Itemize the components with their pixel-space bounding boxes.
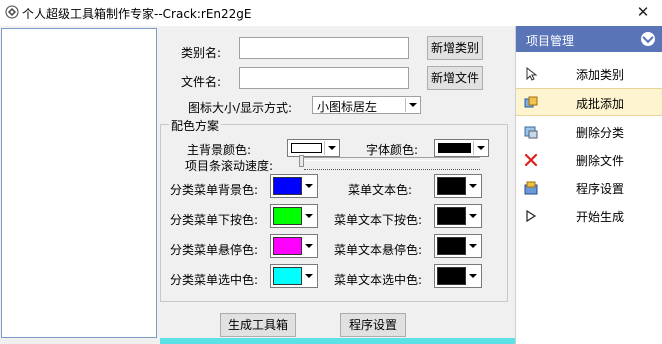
icon-size-select[interactable]: 小图标居左 [312, 96, 421, 114]
program-settings-button[interactable]: 程序设置 [340, 313, 406, 337]
menu-text-pressed-label: 菜单文本下按色: [334, 213, 423, 227]
menu-text-hover-label: 菜单文本悬停色: [334, 243, 423, 257]
main-bg-color-select[interactable] [287, 139, 340, 157]
font-color-select[interactable] [434, 139, 489, 157]
project-panel: 项目管理 添加类别 成批添加 删除分类 删除文件 程序设置 开始生成 [515, 26, 662, 344]
delete-category-icon [524, 126, 538, 139]
chevron-down-icon [303, 267, 315, 285]
panel-item-batch-add[interactable]: 成批添加 [516, 88, 662, 116]
panel-title: 项目管理 [526, 34, 575, 48]
panel-item-delete-category[interactable]: 删除分类 [516, 118, 662, 146]
close-icon: ✕ [636, 3, 650, 21]
status-strip [160, 338, 515, 344]
settings-icon [524, 181, 538, 195]
chevron-down-icon [467, 207, 479, 225]
window-title: 个人超级工具箱制作专家--Crack:rEn22gE [22, 7, 252, 21]
font-color-swatch [438, 143, 471, 153]
chevron-down-icon [303, 207, 315, 225]
chevron-down-icon [467, 237, 479, 255]
panel-item-delete-file[interactable]: 删除文件 [516, 146, 662, 174]
icon-size-value: 小图标居左 [317, 100, 378, 114]
menu-hover-swatch [273, 237, 302, 255]
menu-selected-swatch [273, 267, 302, 285]
chevron-down-icon [303, 237, 315, 255]
main-bg-label: 主背景颜色: [187, 143, 252, 157]
menu-text-selected-swatch [437, 267, 466, 285]
menu-selected-color-select[interactable] [270, 264, 318, 288]
panel-item-label: 删除分类 [576, 126, 625, 140]
panel-item-start-generate[interactable]: 开始生成 [516, 202, 662, 230]
menu-text-pressed-color-select[interactable] [434, 204, 482, 228]
chevron-down-icon [303, 177, 315, 195]
menu-pressed-color-select[interactable] [270, 204, 318, 228]
menu-bg-label: 分类菜单背景色: [170, 183, 259, 197]
collapse-icon[interactable] [641, 32, 655, 46]
play-icon [526, 209, 537, 223]
scroll-speed-label: 项目条滚动速度: [185, 159, 274, 173]
close-button[interactable]: ✕ [634, 3, 652, 21]
panel-item-label: 开始生成 [576, 210, 625, 224]
menu-text-hover-swatch [437, 237, 466, 255]
scroll-speed-ticks [304, 167, 480, 170]
category-label: 类别名: [181, 46, 222, 60]
title-bar: 个人超级工具箱制作专家--Crack:rEn22gE ✕ [0, 0, 662, 26]
menu-text-selected-label: 菜单文本选中色: [334, 273, 423, 287]
chevron-down-icon [324, 141, 338, 155]
scroll-speed-track [304, 157, 480, 161]
color-scheme-title: 配色方案 [169, 117, 222, 134]
font-color-label: 字体颜色: [366, 143, 419, 157]
scroll-speed-slider[interactable] [299, 155, 304, 167]
file-input[interactable] [239, 67, 409, 89]
add-category-button[interactable]: 新增类别 [427, 36, 483, 60]
app-icon [5, 5, 19, 19]
menu-text-label: 菜单文本色: [348, 183, 413, 197]
menu-pressed-label: 分类菜单下按色: [170, 213, 259, 227]
add-file-button[interactable]: 新增文件 [427, 66, 483, 90]
menu-text-hover-color-select[interactable] [434, 234, 482, 258]
generate-toolbox-button[interactable]: 生成工具箱 [220, 313, 296, 337]
menu-text-pressed-swatch [437, 207, 466, 225]
icon-size-label: 图标大小/显示方式: [188, 101, 293, 115]
menu-text-selected-color-select[interactable] [434, 264, 482, 288]
main-bg-swatch [291, 143, 322, 153]
chevron-down-icon [473, 141, 487, 155]
panel-item-label: 删除文件 [576, 154, 625, 168]
chevron-down-icon [405, 98, 419, 112]
cursor-icon [526, 67, 538, 81]
panel-item-label: 添加类别 [576, 68, 625, 82]
menu-pressed-swatch [273, 207, 302, 225]
panel-item-label: 程序设置 [576, 182, 625, 196]
menu-text-color-select[interactable] [434, 174, 482, 198]
file-label: 文件名: [181, 75, 222, 89]
menu-hover-label: 分类菜单悬停色: [170, 243, 259, 257]
chevron-down-icon [467, 177, 479, 195]
menu-bg-swatch [273, 177, 302, 195]
delete-file-icon [524, 153, 538, 167]
menu-selected-label: 分类菜单选中色: [170, 273, 259, 287]
panel-header[interactable]: 项目管理 [516, 26, 662, 52]
batch-add-icon [524, 96, 538, 108]
category-list[interactable] [1, 28, 157, 338]
category-input[interactable] [239, 37, 409, 59]
chevron-down-icon [467, 267, 479, 285]
menu-text-swatch [437, 177, 466, 195]
panel-item-add-category[interactable]: 添加类别 [516, 60, 662, 88]
menu-hover-color-select[interactable] [270, 234, 318, 258]
panel-item-label: 成批添加 [576, 97, 625, 111]
menu-bg-color-select[interactable] [270, 174, 318, 198]
panel-item-program-settings[interactable]: 程序设置 [516, 174, 662, 202]
